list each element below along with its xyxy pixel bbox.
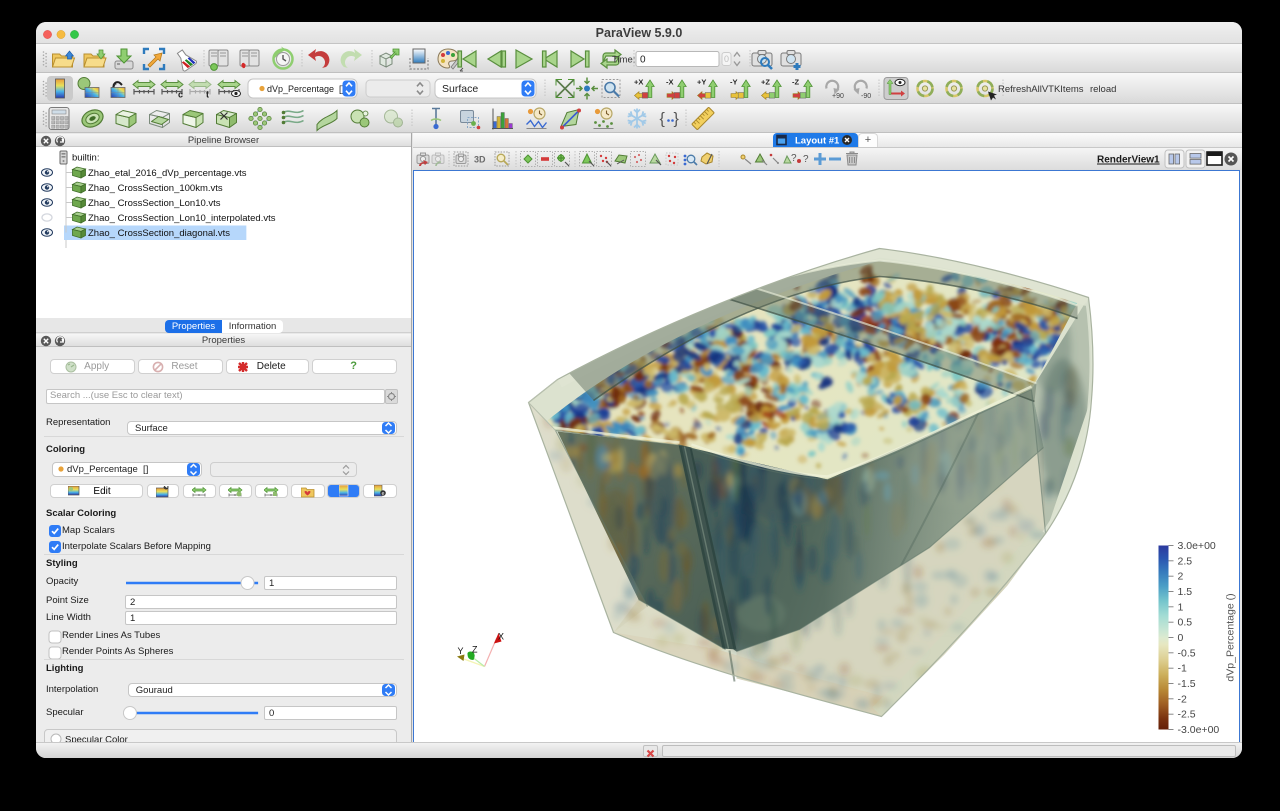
svg-text:2: 2 <box>1178 571 1184 583</box>
svg-text:Layout #1: Layout #1 <box>795 136 840 147</box>
svg-text:c: c <box>178 90 183 100</box>
svg-text:+90: +90 <box>832 93 844 100</box>
svg-text:dVp_Percentage (): dVp_Percentage () <box>1225 593 1237 681</box>
svg-text:0: 0 <box>724 54 729 64</box>
svg-text:-0.5: -0.5 <box>1178 647 1196 659</box>
svg-text:-3.0e+00: -3.0e+00 <box>1178 724 1220 736</box>
svg-text:RenderView1: RenderView1 <box>1097 155 1160 166</box>
svg-text:reload: reload <box>1090 84 1116 95</box>
svg-text:-Z: -Z <box>792 78 799 87</box>
svg-text:1: 1 <box>1178 601 1184 613</box>
svg-text:0.5: 0.5 <box>1178 617 1193 629</box>
svg-text:+Y: +Y <box>697 78 706 87</box>
svg-text:Y: Y <box>458 646 464 656</box>
svg-text:-2: -2 <box>1178 693 1187 705</box>
svg-text:3D: 3D <box>474 155 486 165</box>
svg-text:Time:: Time: <box>612 55 635 66</box>
svg-text:Surface: Surface <box>442 83 478 95</box>
svg-text:-90: -90 <box>861 93 871 100</box>
svg-text:-2.5: -2.5 <box>1178 709 1196 721</box>
svg-text:1.5: 1.5 <box>1178 586 1193 598</box>
svg-text:Z: Z <box>472 645 478 655</box>
svg-text:-1.5: -1.5 <box>1178 678 1196 690</box>
svg-text:}: } <box>674 111 680 128</box>
svg-text:+Z: +Z <box>761 78 770 87</box>
svg-text:t: t <box>206 90 209 100</box>
svg-text:RefreshAllVTKItems: RefreshAllVTKItems <box>998 84 1084 95</box>
svg-text:2.5: 2.5 <box>1178 555 1193 567</box>
svg-text:dVp_Percentage []: dVp_Percentage [] <box>267 84 344 94</box>
svg-text:?: ? <box>791 153 797 164</box>
svg-text:-1: -1 <box>1178 663 1187 675</box>
svg-text:X: X <box>498 632 504 642</box>
svg-text:+X: +X <box>634 78 643 87</box>
svg-text:?: ? <box>803 154 809 165</box>
svg-text:e: e <box>382 491 385 497</box>
svg-text:3.0e+00: 3.0e+00 <box>1178 540 1216 552</box>
svg-text:Specular Color: Specular Color <box>65 734 128 742</box>
svg-text:0: 0 <box>1178 632 1184 644</box>
svg-text:-X: -X <box>666 78 674 87</box>
svg-text:-Y: -Y <box>730 78 738 87</box>
svg-text:0: 0 <box>640 55 646 66</box>
svg-text:{: { <box>660 111 666 128</box>
